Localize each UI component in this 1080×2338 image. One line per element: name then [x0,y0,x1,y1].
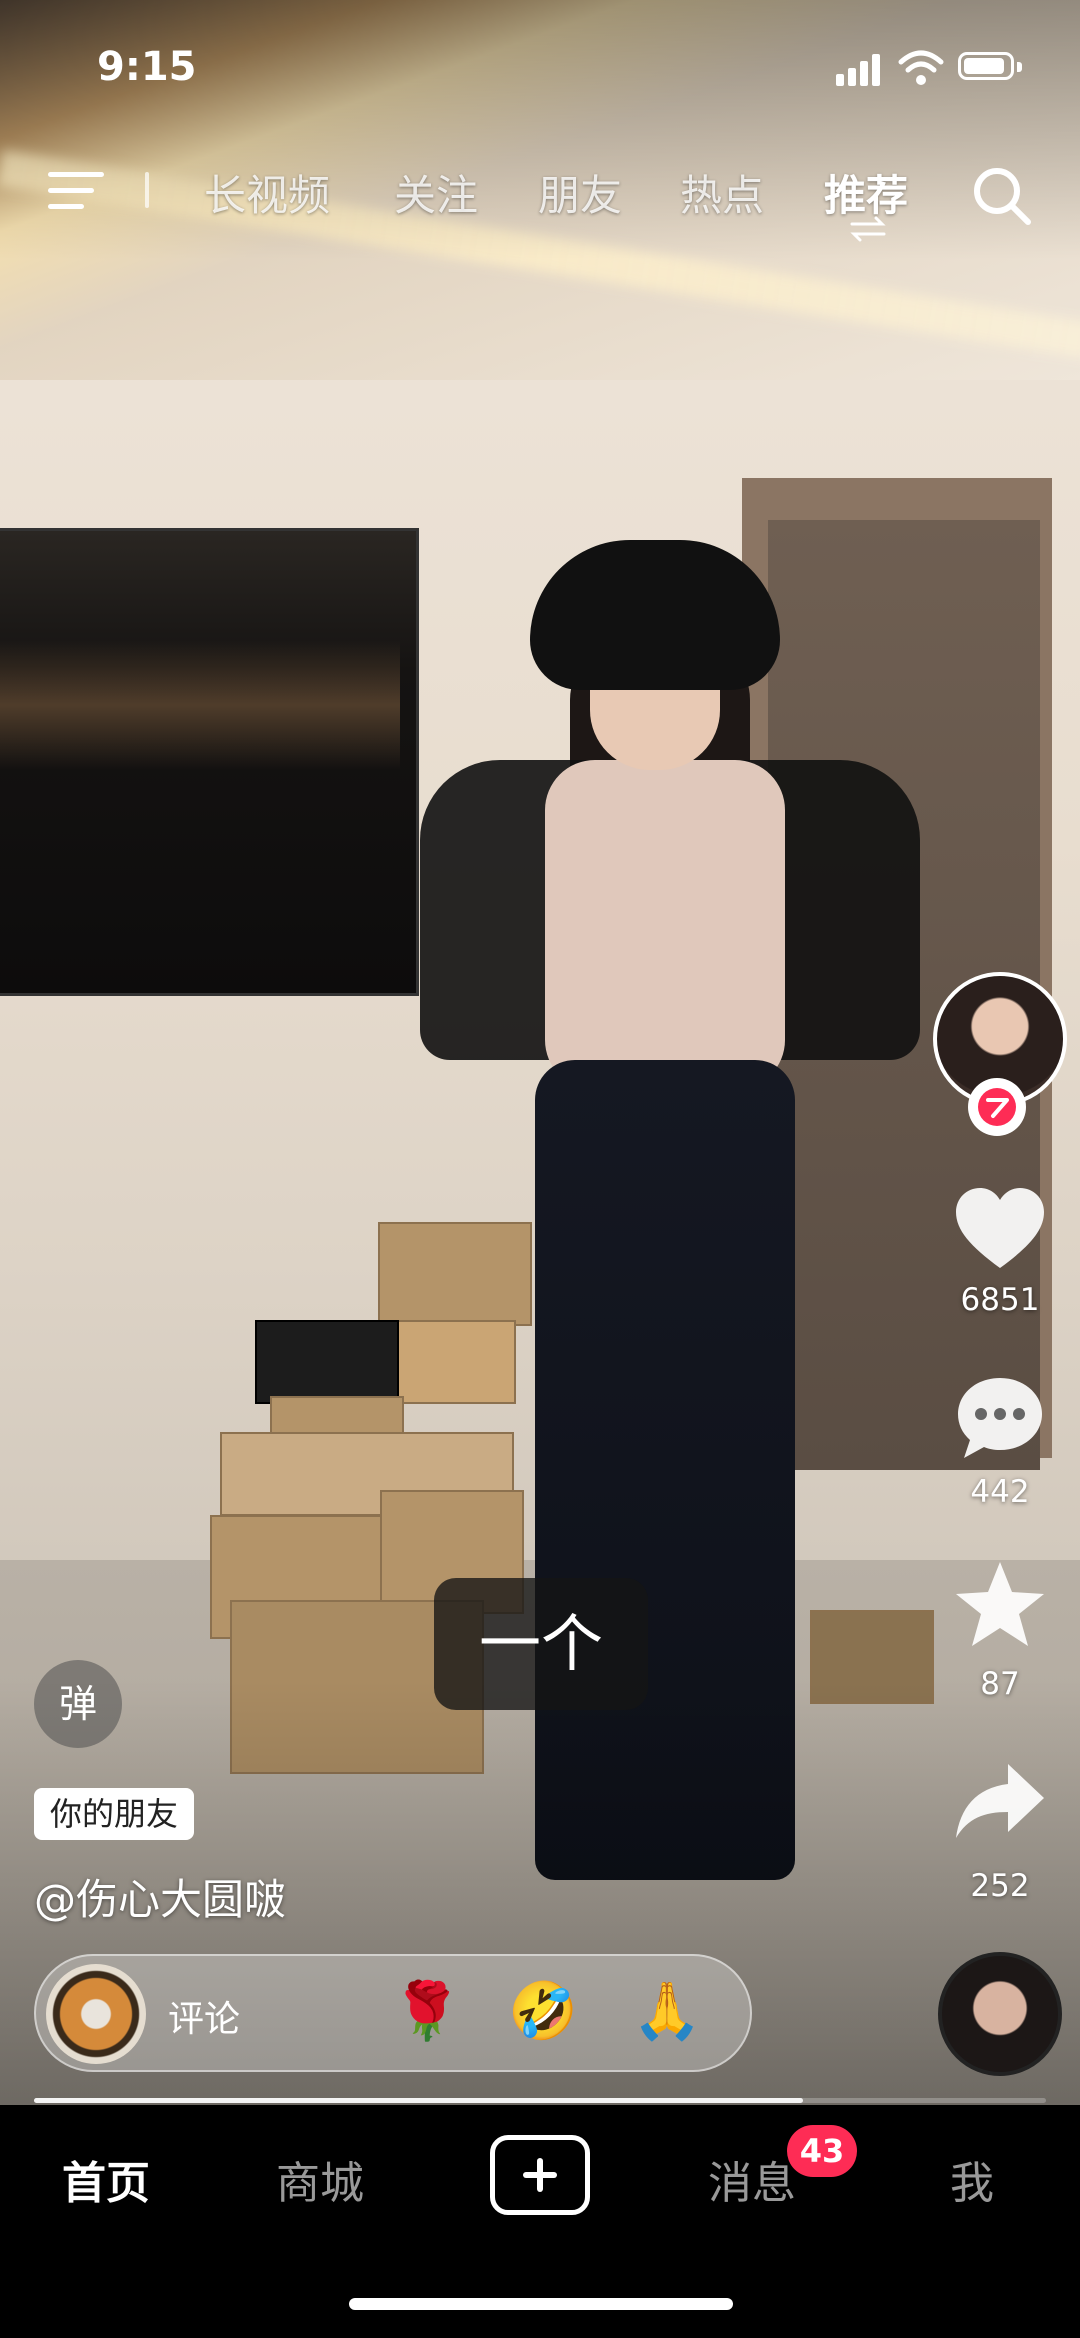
comment-bar[interactable]: 评论 🌹 🤣 🙏 [34,1954,752,2072]
scene-tv-glare [0,640,400,770]
home-indicator [349,2298,733,2310]
nav-divider [145,172,149,208]
user-avatar [46,1964,146,2064]
top-nav: 长视频 关注 朋友 热点 推荐 [0,150,1080,242]
favorite-count: 87 [980,1666,1020,1702]
video-subtitle: 一个 [434,1578,648,1710]
tab-long-video[interactable]: 长视频 [204,162,330,223]
scene-box [255,1320,399,1404]
search-icon[interactable] [970,164,1034,228]
wifi-icon [898,50,944,85]
danmaku-toggle[interactable]: 弹 [34,1660,122,1748]
heart-icon[interactable] [950,1180,1050,1280]
pray-emoji[interactable]: 🙏 [632,1982,702,2042]
star-icon[interactable] [950,1556,1050,1656]
video-progress-fill [34,2098,803,2103]
menu-icon[interactable] [48,168,108,214]
status-bar: 9:15 [0,0,1080,120]
battery-icon [958,52,1024,84]
tab-friends[interactable]: 朋友 [538,162,622,223]
status-time: 9:15 [97,44,197,90]
scene-box [378,1222,532,1326]
nav-home[interactable]: 首页 [62,2147,150,2211]
create-button[interactable] [490,2135,590,2215]
laugh-emoji[interactable]: 🤣 [508,1982,578,2042]
like-count: 6851 [960,1282,1040,1318]
messages-badge: 43 [787,2125,857,2177]
share-count: 252 [970,1868,1030,1904]
cellular-signal-icon [836,52,886,86]
follow-icon [978,1088,1016,1126]
share-icon[interactable] [950,1752,1050,1852]
nav-mall[interactable]: 商城 [276,2147,364,2211]
tab-following[interactable]: 关注 [394,162,478,223]
comment-icon[interactable] [950,1368,1050,1468]
author-username[interactable]: @伤心大圆啵 [34,1866,286,1927]
nav-messages[interactable]: 消息 [708,2147,796,2211]
friend-tag: 你的朋友 [34,1788,195,1840]
nav-me[interactable]: 我 [950,2147,994,2211]
refresh-icon[interactable] [848,216,888,242]
rose-emoji[interactable]: 🌹 [392,1982,462,2042]
scene-person-hat [530,540,780,690]
scene-box [392,1320,516,1404]
follow-button[interactable] [968,1078,1026,1136]
tab-recommended[interactable]: 推荐 [824,162,908,223]
comment-input-placeholder[interactable]: 评论 [168,1990,240,2042]
music-disc[interactable] [938,1952,1062,2076]
scene-person-top [545,760,785,1090]
comment-count: 442 [970,1474,1030,1510]
tab-trending[interactable]: 热点 [680,162,764,223]
